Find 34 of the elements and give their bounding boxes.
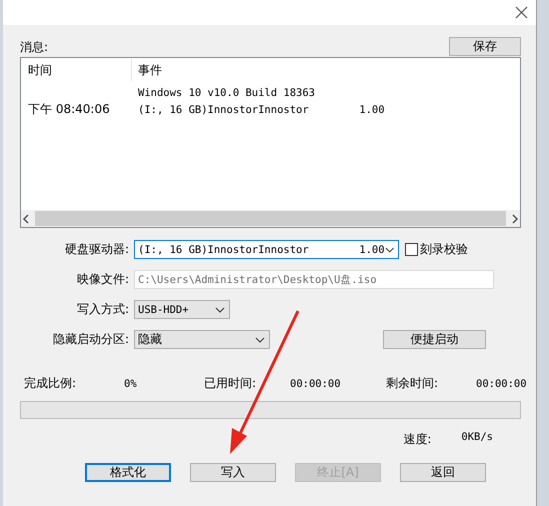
column-header: 时间 <box>27 62 53 78</box>
elapsed-label: 已用时间: <box>204 375 258 392</box>
hidden-partition-dropdown[interactable]: 隐藏 <box>134 330 270 349</box>
dialog-button[interactable]: 返回 <box>400 463 486 482</box>
speed-label: 速度: <box>403 431 432 448</box>
time-cell-text: 下午 08:40:06 <box>27 102 110 116</box>
chevron-down-icon <box>215 306 225 312</box>
drive-dropdown[interactable]: (I:, 16 GB)InnostorInnostor 1.00 <box>134 240 399 259</box>
quick-boot-button[interactable]: 便捷启动 <box>383 330 486 349</box>
chevron-down-icon <box>255 336 265 342</box>
save-button[interactable]: 保存 <box>449 37 521 56</box>
remaining-value: 00:00:00 <box>476 378 527 390</box>
speed-value: 0KB/s <box>461 431 493 445</box>
dialog-button[interactable]: 格式化 <box>85 463 171 482</box>
verify-checkbox[interactable] <box>405 243 418 256</box>
remaining-label: 剩余时间: <box>386 375 440 392</box>
event-cell-text: Windows 10 v10.0 Build 18363 <box>137 87 316 99</box>
progress-label: 完成比例: <box>24 375 78 392</box>
write-mode-dropdown[interactable]: USB-HDD+ <box>134 300 230 319</box>
checkbox-label: 刻录校验 <box>420 241 468 258</box>
chevron-down-icon <box>384 246 394 252</box>
event-cell-text: (I:, 16 GB)InnostorInnostor 1.00 <box>137 104 386 116</box>
progress-value: 0% <box>124 378 138 390</box>
column-header: 事件 <box>131 59 520 81</box>
field-label: 映像文件: <box>76 271 129 288</box>
messages-label: 消息: <box>20 39 48 56</box>
dialog-button[interactable]: 写入 <box>190 463 276 482</box>
horizontal-scrollbar[interactable] <box>21 210 520 227</box>
elapsed-value: 00:00:00 <box>290 378 342 390</box>
field-label: 硬盘驱动器: <box>64 241 129 258</box>
close-icon[interactable] <box>515 6 528 19</box>
field-label: 写入方式: <box>76 301 129 318</box>
image-file-field[interactable]: C:\Users\Administrator\Desktop\U盘.iso <box>134 270 494 289</box>
field-label: 隐藏启动分区: <box>52 331 129 348</box>
